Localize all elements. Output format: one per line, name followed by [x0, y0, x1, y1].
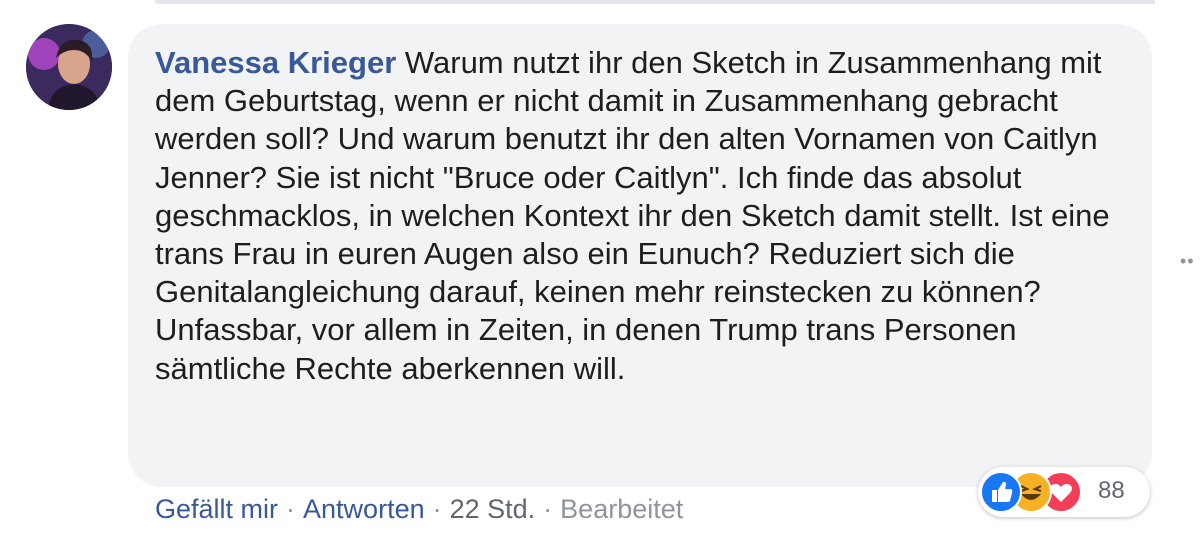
edited-indicator[interactable]: Bearbeitet	[560, 494, 683, 524]
reactions-summary[interactable]: 88	[978, 467, 1150, 517]
comment-text: Warum nutzt ihr den Sketch in Zusammenha…	[155, 45, 1110, 386]
comment-actions: Gefällt mir · Antworten · 22 Std. · Bearbeitet	[155, 494, 683, 525]
separator: ·	[432, 494, 442, 524]
timestamp-link[interactable]: 22 Std.	[450, 494, 536, 524]
like-button[interactable]: Gefällt mir	[155, 494, 278, 524]
comment-body: Vanessa Krieger Warum nutzt ihr den Sket…	[155, 44, 1125, 388]
comment-author-link[interactable]: Vanessa Krieger	[155, 45, 396, 80]
previous-comment-edge	[155, 0, 1155, 4]
comment-thread: Vanessa Krieger Warum nutzt ihr den Sket…	[0, 0, 1200, 555]
avatar[interactable]	[26, 24, 112, 110]
like-icon	[980, 471, 1022, 513]
reaction-count: 88	[1098, 477, 1125, 504]
more-options-icon[interactable]: ••	[1180, 251, 1195, 272]
separator: ·	[286, 494, 296, 524]
separator: ·	[543, 494, 553, 524]
reply-button[interactable]: Antworten	[303, 494, 425, 524]
